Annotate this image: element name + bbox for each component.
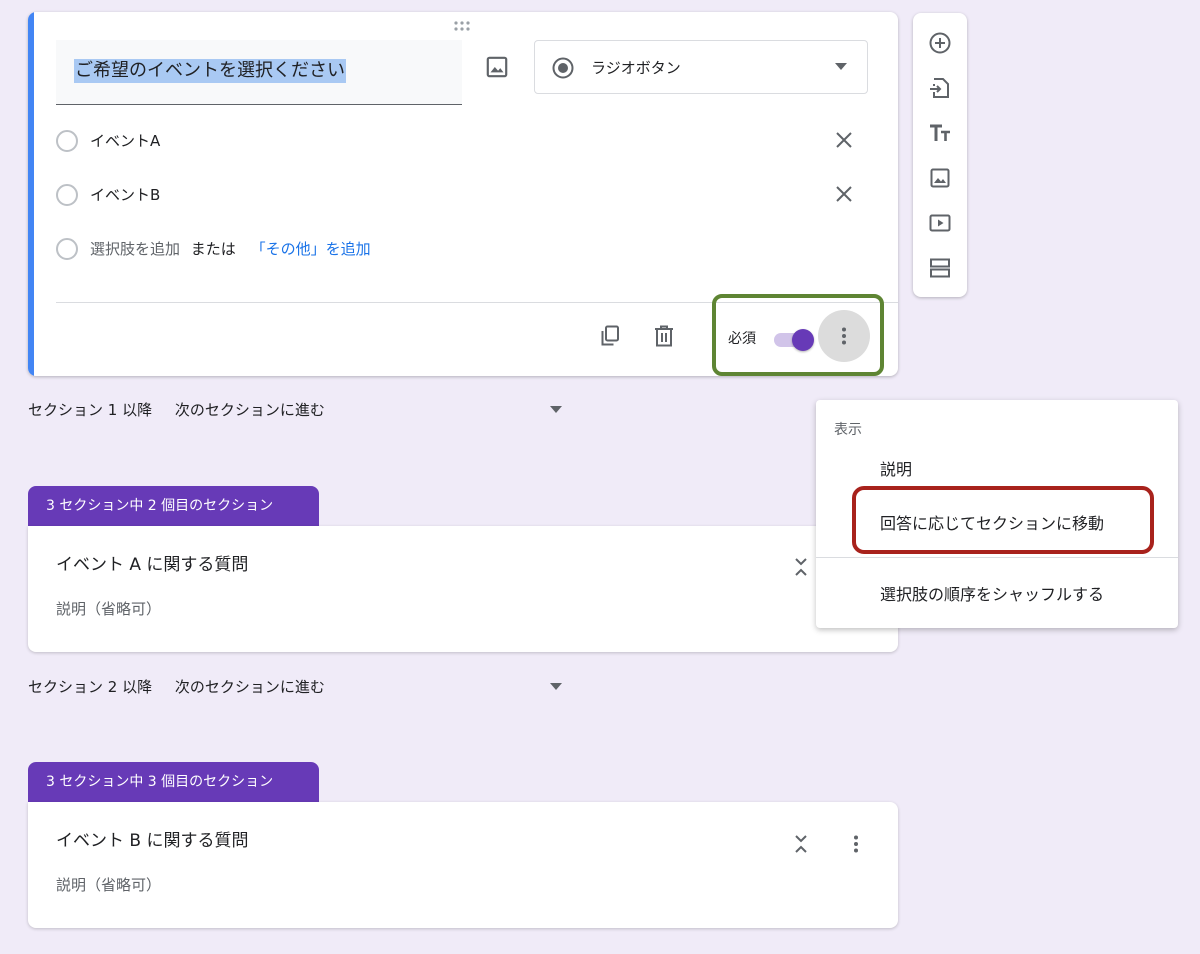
section-nav-value[interactable]: 次のセクションに進む — [175, 401, 325, 419]
add-option-row: 選択肢を追加 または 「その他」を追加 — [56, 236, 866, 266]
section-card-3[interactable]: イベント B に関する質問 説明（省略可） — [28, 802, 898, 928]
active-accent-bar — [28, 12, 34, 376]
add-title-icon[interactable] — [928, 121, 952, 145]
question-type-label: ラジオボタン — [591, 59, 681, 77]
question-title-field[interactable]: ご希望のイベントを選択ください — [56, 40, 462, 105]
chevron-down-icon — [835, 63, 847, 70]
option-label[interactable]: イベントB — [90, 184, 160, 206]
section-description[interactable]: 説明（省略可） — [56, 874, 161, 895]
section-nav-value[interactable]: 次のセクションに進む — [175, 678, 325, 696]
chevron-down-icon[interactable] — [550, 683, 562, 690]
add-other-link[interactable]: 「その他」を追加 — [251, 240, 371, 258]
menu-item-shuffle-options[interactable]: 選択肢の順序をシャッフルする — [880, 581, 1104, 605]
add-section-icon[interactable] — [928, 256, 952, 280]
section-nav-label: セクション 1 以降 — [28, 401, 153, 419]
question-title-text[interactable]: ご希望のイベントを選択ください — [74, 59, 346, 83]
section-tab-3: 3 セクション中 3 個目のセクション — [28, 762, 319, 802]
chevron-down-icon[interactable] — [550, 406, 562, 413]
more-vert-icon[interactable] — [844, 832, 868, 856]
duplicate-icon[interactable] — [598, 324, 622, 348]
highlight-frame-green — [712, 294, 884, 376]
section-nav-label: セクション 2 以降 — [28, 678, 153, 696]
section-navigation-2[interactable]: セクション 2 以降 次のセクションに進む — [28, 676, 325, 697]
section-description[interactable]: 説明（省略可） — [56, 598, 161, 619]
menu-divider — [816, 557, 1178, 558]
section-navigation-1[interactable]: セクション 1 以降 次のセクションに進む — [28, 399, 325, 420]
trash-icon[interactable] — [653, 324, 675, 348]
option-row[interactable]: イベントB — [56, 182, 866, 212]
import-questions-icon[interactable] — [928, 76, 952, 100]
radio-circle — [56, 184, 78, 206]
menu-header: 表示 — [834, 422, 862, 438]
radio-button-icon — [551, 56, 575, 80]
or-text: または — [190, 240, 236, 258]
add-image-icon[interactable] — [484, 54, 510, 80]
drag-handle-icon[interactable] — [453, 20, 471, 32]
add-video-icon[interactable] — [928, 211, 952, 235]
collapse-icon[interactable] — [794, 556, 808, 578]
radio-circle — [56, 130, 78, 152]
add-question-icon[interactable] — [928, 31, 952, 55]
radio-circle — [56, 238, 78, 260]
option-label[interactable]: イベントA — [90, 130, 160, 152]
section-title[interactable]: イベント B に関する質問 — [56, 826, 248, 851]
collapse-icon[interactable] — [794, 833, 808, 855]
floating-toolbar — [913, 13, 967, 297]
section-card-2[interactable]: イベント A に関する質問 説明（省略可） — [28, 526, 898, 652]
remove-option-icon[interactable] — [833, 129, 855, 151]
menu-item-description[interactable]: 説明 — [880, 456, 912, 480]
section-tab-2: 3 セクション中 2 個目のセクション — [28, 486, 319, 526]
question-type-select[interactable]: ラジオボタン — [534, 40, 868, 94]
add-option-link[interactable]: 選択肢を追加 — [90, 240, 180, 258]
option-row[interactable]: イベントA — [56, 128, 866, 158]
remove-option-icon[interactable] — [833, 183, 855, 205]
add-image-icon[interactable] — [928, 166, 952, 190]
highlight-frame-red — [852, 486, 1154, 554]
section-title[interactable]: イベント A に関する質問 — [56, 550, 248, 575]
